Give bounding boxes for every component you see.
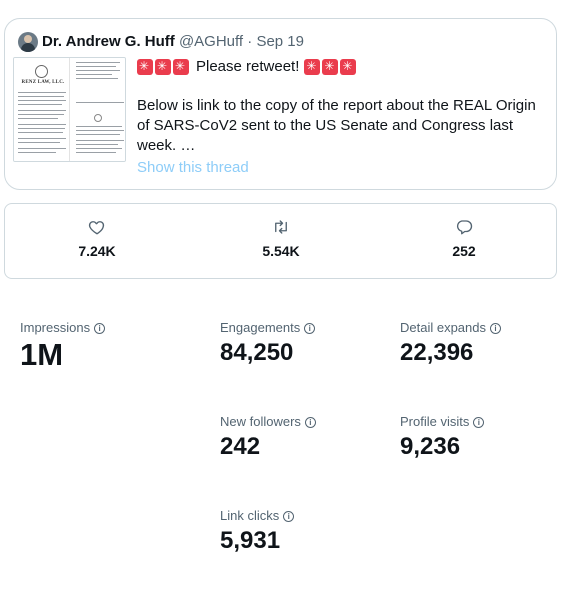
- engagement-stats-bar: 7.24K 5.54K 252: [4, 203, 557, 279]
- metric-impressions: Impressions i 1M: [20, 320, 106, 372]
- info-icon[interactable]: i: [304, 322, 316, 334]
- header-separator: ·: [247, 33, 253, 50]
- metric-label: Link clicks: [220, 508, 280, 523]
- siren-icon: [137, 57, 153, 75]
- retweet-stat[interactable]: 5.54K: [231, 218, 331, 260]
- metric-value: 9,236: [400, 433, 461, 460]
- metric-value: 84,250: [220, 339, 294, 366]
- reply-count: 252: [452, 243, 476, 259]
- tweet-first-line: Please retweet!: [137, 57, 547, 77]
- document-seal-icon: [94, 114, 102, 122]
- author-handle[interactable]: @AGHuff: [179, 33, 243, 50]
- metric-value: 1M: [20, 337, 64, 372]
- info-icon[interactable]: i: [94, 322, 106, 334]
- document-page-2: [70, 58, 125, 161]
- tweet-body-text: Below is link to the copy of the report …: [137, 97, 536, 154]
- show-thread-link[interactable]: Show this thread: [137, 158, 249, 178]
- siren-emoji-group-left: [137, 57, 191, 75]
- metric-label: New followers: [220, 414, 301, 429]
- tweet-date[interactable]: Sep 19: [256, 33, 304, 50]
- tweet-text: Please retweet! Below is link to the cop…: [137, 57, 547, 156]
- metric-value: 242: [220, 433, 261, 460]
- metric-link-clicks: Link clicks i 5,931: [220, 508, 295, 556]
- metric-label: Engagements: [220, 320, 301, 335]
- like-stat[interactable]: 7.24K: [47, 218, 147, 260]
- metric-new-followers: New followers i 242: [220, 414, 316, 462]
- siren-icon: [173, 57, 189, 75]
- reply-stat[interactable]: 252: [414, 218, 514, 260]
- tweet-card[interactable]: Dr. Andrew G. Huff @AGHuff · Sep 19 RENZ…: [4, 18, 557, 190]
- retweet-count: 5.54K: [262, 243, 300, 259]
- attachment-firm-name: RENZ LAW, LLC.: [21, 80, 65, 85]
- author-avatar[interactable]: [18, 32, 38, 52]
- retweet-icon[interactable]: [272, 218, 290, 236]
- siren-icon: [322, 57, 339, 75]
- document-attachment-thumbnail[interactable]: RENZ LAW, LLC.: [13, 57, 126, 162]
- author-name[interactable]: Dr. Andrew G. Huff: [42, 33, 175, 50]
- document-page-1: RENZ LAW, LLC.: [14, 58, 70, 161]
- retweet-request-text: Please retweet!: [196, 58, 300, 75]
- metric-value: 5,931: [220, 527, 281, 554]
- info-icon[interactable]: i: [473, 416, 485, 428]
- siren-icon: [155, 57, 171, 75]
- info-icon[interactable]: i: [283, 510, 295, 522]
- metric-detail-expands: Detail expands i 22,396: [400, 320, 501, 368]
- info-icon[interactable]: i: [490, 322, 501, 334]
- like-count: 7.24K: [78, 243, 116, 259]
- metric-value: 22,396: [400, 339, 474, 366]
- heart-icon[interactable]: [88, 218, 106, 236]
- tweet-header: Dr. Andrew G. Huff @AGHuff · Sep 19: [42, 32, 304, 52]
- metric-label: Profile visits: [400, 414, 470, 429]
- siren-icon: [340, 57, 357, 75]
- metric-profile-visits: Profile visits i 9,236: [400, 414, 485, 462]
- metric-engagements: Engagements i 84,250: [220, 320, 316, 368]
- metric-label: Impressions: [20, 320, 91, 335]
- reply-icon[interactable]: [455, 218, 473, 236]
- info-icon[interactable]: i: [304, 416, 316, 428]
- metric-label: Detail expands: [400, 320, 486, 335]
- siren-emoji-group-right: [304, 57, 358, 75]
- law-firm-seal-icon: [35, 65, 48, 78]
- siren-icon: [304, 57, 321, 75]
